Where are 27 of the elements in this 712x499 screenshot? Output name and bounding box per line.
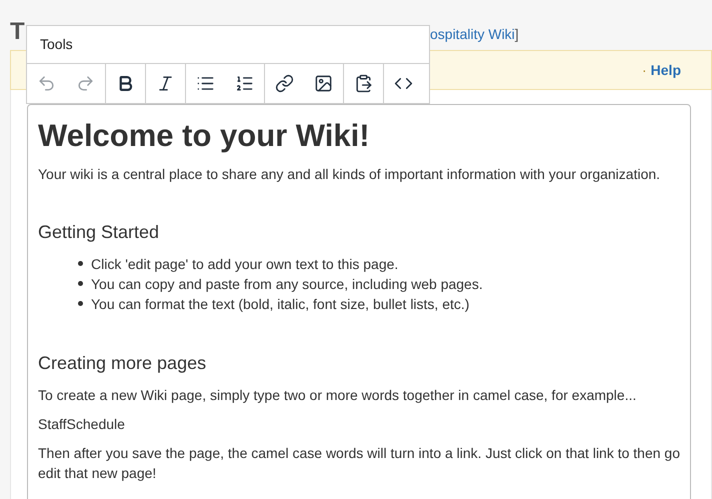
list-item: Click 'edit page' to add your own text to this page. xyxy=(91,254,398,274)
bullet-icon xyxy=(78,301,83,306)
redo-icon xyxy=(76,74,95,93)
bracket: ] xyxy=(514,26,519,42)
image-icon xyxy=(314,74,333,93)
bullet-icon xyxy=(78,261,83,266)
paragraph: Your wiki is a central place to share any and all kinds of important information with your organization. xyxy=(38,164,662,184)
paragraph: StaffSchedule xyxy=(38,414,126,434)
numbered-list-icon xyxy=(235,74,254,93)
paragraph: Then after you save the page, the camel case words will turn into a link. Just click on that link to then go edit that new page! xyxy=(38,444,680,483)
section-heading: Creating more pages xyxy=(38,352,208,375)
paragraph: To create a new Wiki page, simply type two or more words together in camel case, for example... xyxy=(38,386,638,405)
bullet: · xyxy=(642,60,647,80)
page-title: T xyxy=(10,18,25,45)
undo-icon xyxy=(37,74,56,93)
help-link[interactable]: Help xyxy=(650,60,681,80)
section-heading: Getting Started xyxy=(38,220,160,244)
list-item: You can format the text (bold, italic, font size, bullet lists, etc.) xyxy=(91,294,470,314)
page-heading: Welcome to your Wiki! xyxy=(38,117,371,155)
link-icon xyxy=(275,74,294,93)
editor-area[interactable] xyxy=(27,104,691,499)
popup-title: Tools xyxy=(27,26,429,64)
breadcrumb-link[interactable]: ospitality Wiki xyxy=(430,26,515,42)
bullet-list-icon xyxy=(196,74,215,93)
bullet-icon xyxy=(78,281,83,286)
clipboard-icon xyxy=(354,74,373,93)
list-item: You can copy and paste from any source, including web pages. xyxy=(91,274,483,294)
